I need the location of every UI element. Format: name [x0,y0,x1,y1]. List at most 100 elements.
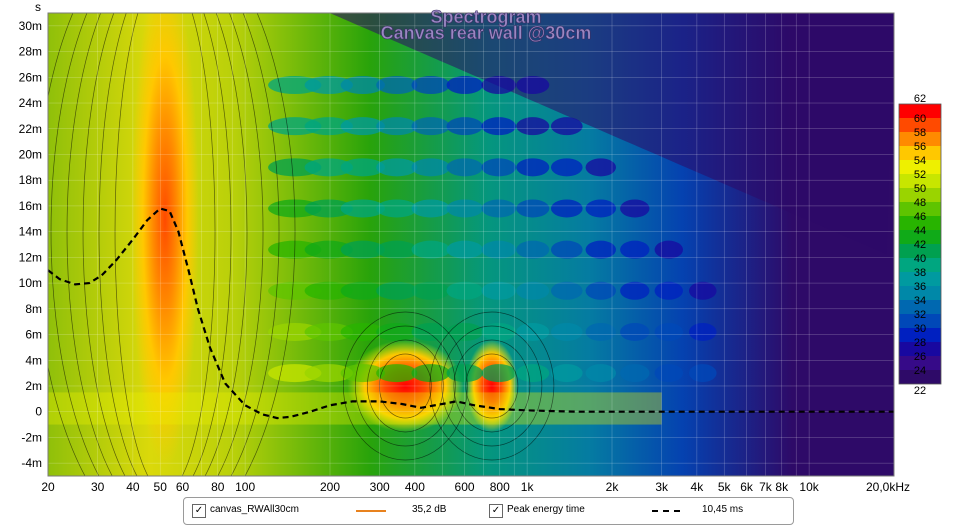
y-tick-label: 24m [19,96,42,110]
plot-area [47,12,895,477]
color-scale-label: 24 [914,365,926,377]
heat-ripple [689,322,717,341]
heat-ripple [481,76,517,95]
heat-ripple [481,158,517,177]
color-scale-label: 46 [914,211,926,223]
color-scale-label: 34 [914,295,926,307]
heat-ripple [585,281,616,300]
color-scale-label: 60 [914,113,926,125]
heat-ripple [585,199,616,218]
y-tick-label: 22m [19,122,42,136]
heat-ripple [516,281,550,300]
y-tick-label: -2m [21,430,42,444]
y-tick-label: 4m [25,353,42,367]
heat-ripple [654,281,683,300]
color-scale-label: 40 [914,253,926,265]
heat-ripple [516,76,550,95]
heat-ripple [516,117,550,136]
color-scale-label: 26 [914,351,926,363]
y-tick-label: 16m [19,199,42,213]
heat-ripple [689,281,717,300]
color-scale-label: 48 [914,197,926,209]
heat-ripple [620,364,650,383]
color-scale-label: 54 [914,155,926,167]
color-scale-label: 50 [914,183,926,195]
x-tick-label: 30 [91,480,105,494]
heat-ripple [550,158,583,177]
y-tick-label: 26m [19,70,42,84]
y-tick-label: 30m [19,19,42,33]
heat-ripple [585,158,616,177]
x-tick-label: 40 [126,480,140,494]
color-scale-label: 38 [914,267,926,279]
x-tick-label: 4k [691,480,705,494]
heat-ripple [585,240,616,259]
heat-ripple [411,158,451,177]
peak-energy-label: Peak energy time [507,504,585,515]
y-tick-label: -4m [21,456,42,470]
y-tick-label: 0 [35,405,42,419]
chart-subtitle: Canvas rear wall @30cm [381,23,592,43]
heat-ripple [481,199,517,218]
x-tick-label: 80 [211,480,225,494]
x-tick-label: 100 [235,480,255,494]
x-tick-label: 6k [740,480,754,494]
heat-ripple [411,281,451,300]
heat-ripple [376,322,418,341]
x-axis-ticks: 20 30 40 50 60 80 100 200 300 400 600 800 1k 2k 3k 4k 5k… [41,480,910,494]
heat-ripple [376,158,418,177]
color-scale-label: 56 [914,141,926,153]
heat-direct-band [48,392,662,425]
x-tick-label: 300 [370,480,390,494]
x-tick-label: 5k [718,480,732,494]
x-tick-label: 600 [455,480,475,494]
heat-ripple [481,364,517,383]
x-tick-label: 1k [521,480,535,494]
x-tick-label: 60 [176,480,190,494]
heat-ripple [620,281,650,300]
color-scale-label: 62 [914,93,926,105]
legend: ✓ canvas_RWAll30cm 35,2 dB ✓ Peak energy… [183,497,794,525]
heat-ripple [376,117,418,136]
color-scale-label: 52 [914,169,926,181]
color-scale-label: 42 [914,239,926,251]
heat-ripple [689,364,717,383]
x-tick-label: 3k [655,480,669,494]
y-tick-label: 18m [19,173,42,187]
heat-ripple [411,76,451,95]
heat-ripple [654,322,683,341]
color-scale-label: 58 [914,127,926,139]
y-tick-label: 28m [19,45,42,59]
color-scale-label: 30 [914,323,926,335]
heat-ripple [516,199,550,218]
heat-ripple [481,281,517,300]
spectrogram-chart: 30m 28m 26m 24m 22m 20m 18m 16m 14m 12m 10m 8m 6m 4m 2… [19,0,942,494]
heat-ripple [550,322,583,341]
heat-ripple [376,281,418,300]
heat-ripple [481,240,517,259]
x-tick-label: 8k [775,480,789,494]
color-scale: 62 60 58 56 54 52 50 48 46 44 42 40 38 36 34 32 30 28 26 24… [898,93,942,397]
heat-ripple [376,76,418,95]
y-tick-label: 10m [19,276,42,290]
color-scale-label: 28 [914,337,926,349]
x-tick-label: 20,0kHz [866,480,910,494]
peak-energy-checkbox[interactable]: ✓ [489,504,503,518]
x-tick-label: 400 [405,480,425,494]
color-scale-label: 44 [914,225,926,237]
heat-ripple [654,364,683,383]
heat-ripple [550,117,583,136]
color-scale-label: 36 [914,281,926,293]
x-tick-label: 800 [490,480,510,494]
heat-ripple [585,364,616,383]
heat-ripple [516,322,550,341]
series-name: canvas_RWAll30cm [210,504,299,515]
heat-ripple [516,240,550,259]
peak-energy-value: 10,45 ms [702,504,744,515]
y-tick-label: 20m [19,147,42,161]
x-tick-label: 200 [320,480,340,494]
heat-ripple [516,364,550,383]
series-value: 35,2 dB [412,504,447,515]
series-checkbox[interactable]: ✓ [192,504,206,518]
x-tick-label: 10k [799,480,819,494]
